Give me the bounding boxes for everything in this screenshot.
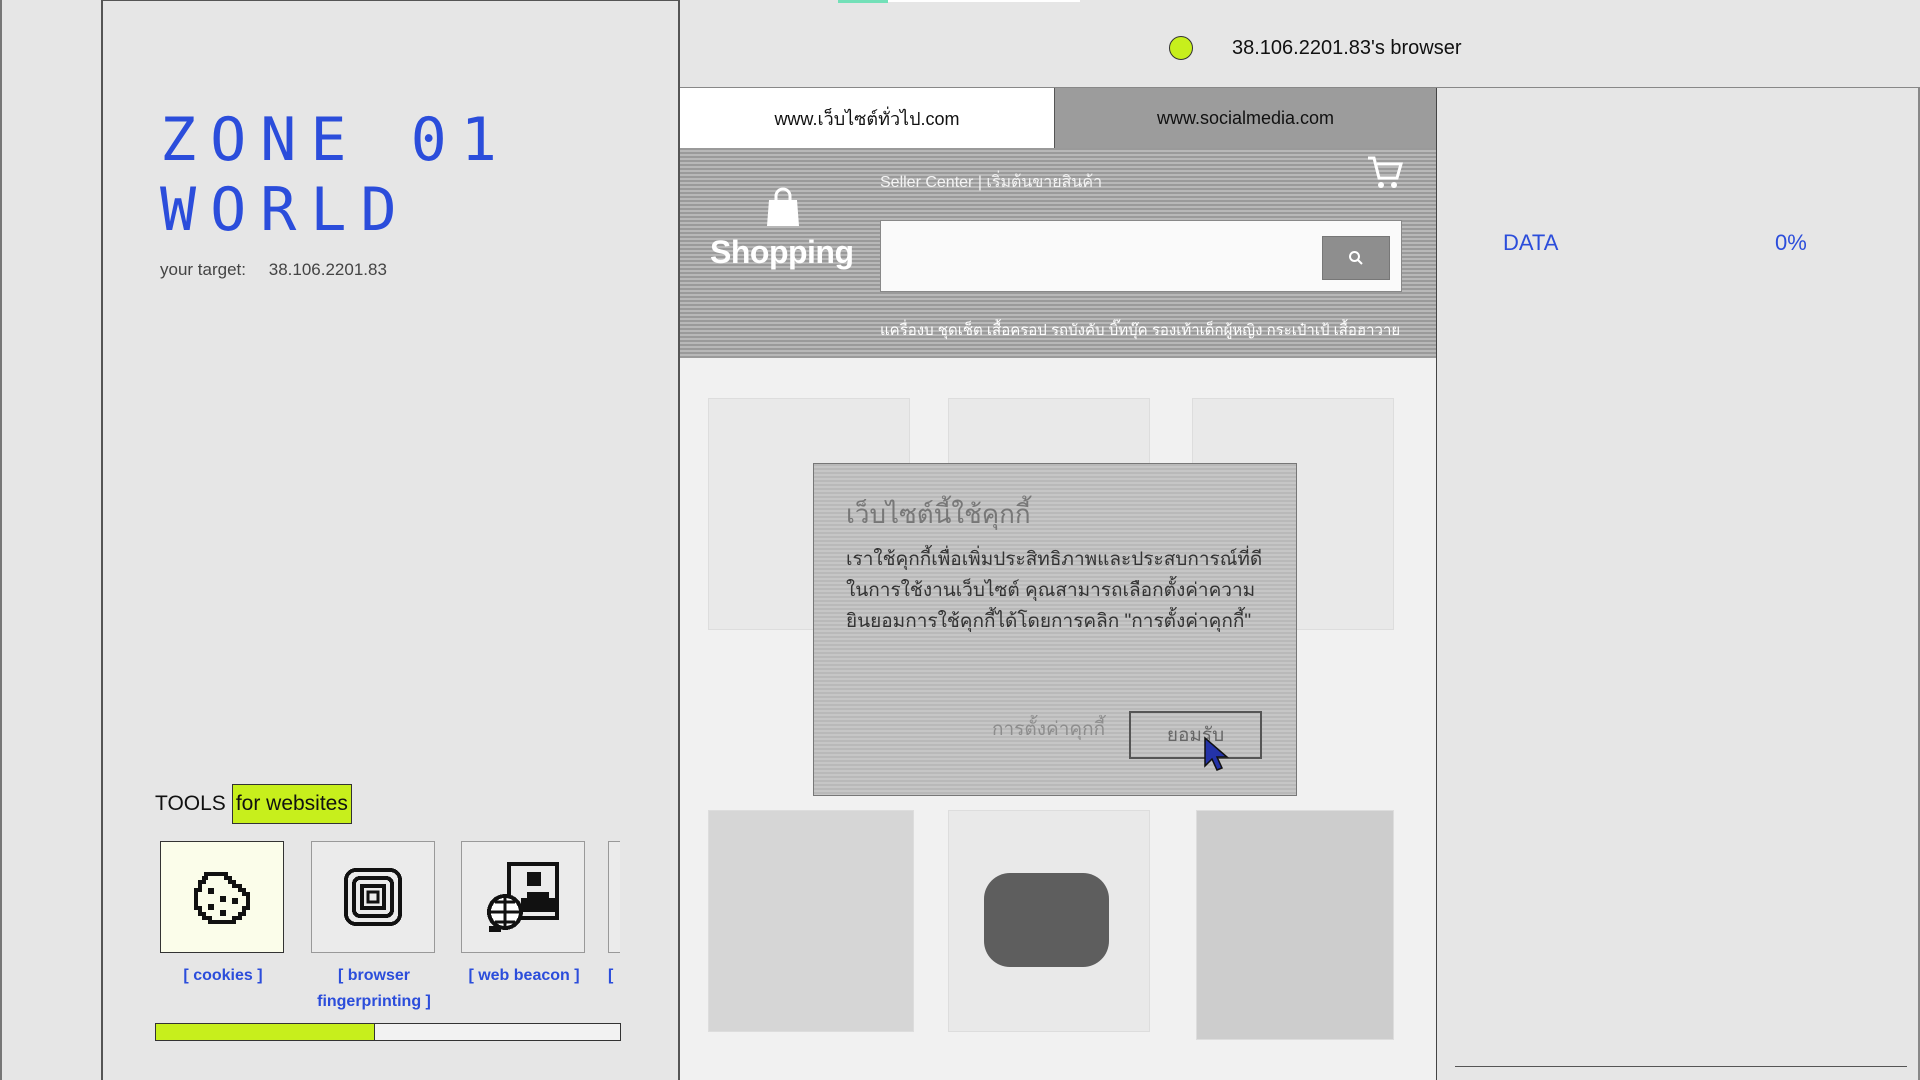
divider [1455,1066,1907,1067]
left-rail [0,0,103,1080]
tool-fingerprinting-card[interactable] [311,841,435,953]
target-value: 38.106.2201.83 [268,260,387,279]
cookie-modal-body: เราใช้คุกกี้เพื่อเพิ่มประสิทธิภาพและประส… [846,549,1263,632]
target-info: your target: 38.106.2201.83 [160,260,387,280]
target-label: your target: [160,260,246,279]
tool-carousel[interactable]: [ cookies ] [ browser fingerprinting ] [… [160,841,620,1021]
browser-viewport: Seller Center | เริ่มต้นขายสินค้า Shoppi… [680,148,1437,1080]
status-indicator [1169,36,1193,60]
data-value: 0% [1775,230,1807,255]
web-beacon-icon [487,862,559,932]
product-image [984,873,1109,967]
cookie-icon [194,872,250,924]
shop-search-button[interactable] [1322,236,1390,280]
top-accent-bar-light [888,0,1080,2]
tool-fingerprinting-label[interactable]: [ browser fingerprinting ] [311,963,437,1015]
product-card[interactable] [1196,810,1394,1040]
tool-cookies[interactable]: [ cookies ] [160,841,286,989]
category-links[interactable]: แครื่องบ ชุดเช็ต เสื้อครอป รถบังคับ บิ๊ท… [880,318,1400,342]
zone-title-line1: ZONE 01 [160,105,511,175]
fingerprint-icon [344,868,402,926]
shop-header: Seller Center | เริ่มต้นขายสินค้า Shoppi… [680,148,1436,358]
shopping-bag-icon [767,187,799,226]
cart-icon[interactable] [1365,152,1405,192]
tool-cookies-label[interactable]: [ cookies ] [160,963,286,989]
mouse-cursor-icon [1204,736,1229,771]
cookie-settings-button[interactable]: การตั้งค่าคุกกี้ [992,714,1105,744]
top-accent-bar [838,0,888,3]
cookie-accept-button[interactable]: ยอมรับ [1129,711,1262,759]
product-card[interactable] [708,810,914,1032]
tool-next-partial[interactable]: [ [608,841,620,989]
data-label: DATA [1503,230,1559,255]
tool-web-beacon[interactable]: [ web beacon ] [461,841,587,989]
tool-web-beacon-label[interactable]: [ web beacon ] [461,963,587,989]
product-card[interactable] [948,810,1150,1032]
tool-browser-fingerprinting[interactable]: [ browser fingerprinting ] [311,841,437,1015]
search-icon [1349,251,1363,265]
seller-center-link[interactable]: Seller Center | เริ่มต้นขายสินค้า [880,170,1102,195]
tab-social-media[interactable]: www.socialmedia.com [1055,88,1437,148]
cookie-modal-title: เว็บไซต์นี้ใช้คุกกี้ [846,499,1031,529]
shop-brand[interactable]: Shopping [710,234,854,271]
zone-title: ZONE 01 WORLD [160,105,600,245]
tools-category-pill[interactable]: for websites [231,784,352,824]
tool-next-label[interactable]: [ [608,963,620,989]
tab-general-website[interactable]: www.เว็บไซต์ทั่วไป.com [680,88,1055,148]
tools-header: TOOLS for websites [155,783,352,825]
tool-next-card[interactable] [608,841,620,953]
tool-web-beacon-card[interactable] [461,841,585,953]
zone-title-line2: WORLD [160,175,411,245]
tool-progress-fill [156,1024,376,1040]
browser-title: 38.106.2201.83's browser [1232,37,1462,59]
tool-cookies-card[interactable] [160,841,284,953]
tool-progress-bar [155,1023,621,1041]
tools-label: TOOLS [155,792,226,815]
